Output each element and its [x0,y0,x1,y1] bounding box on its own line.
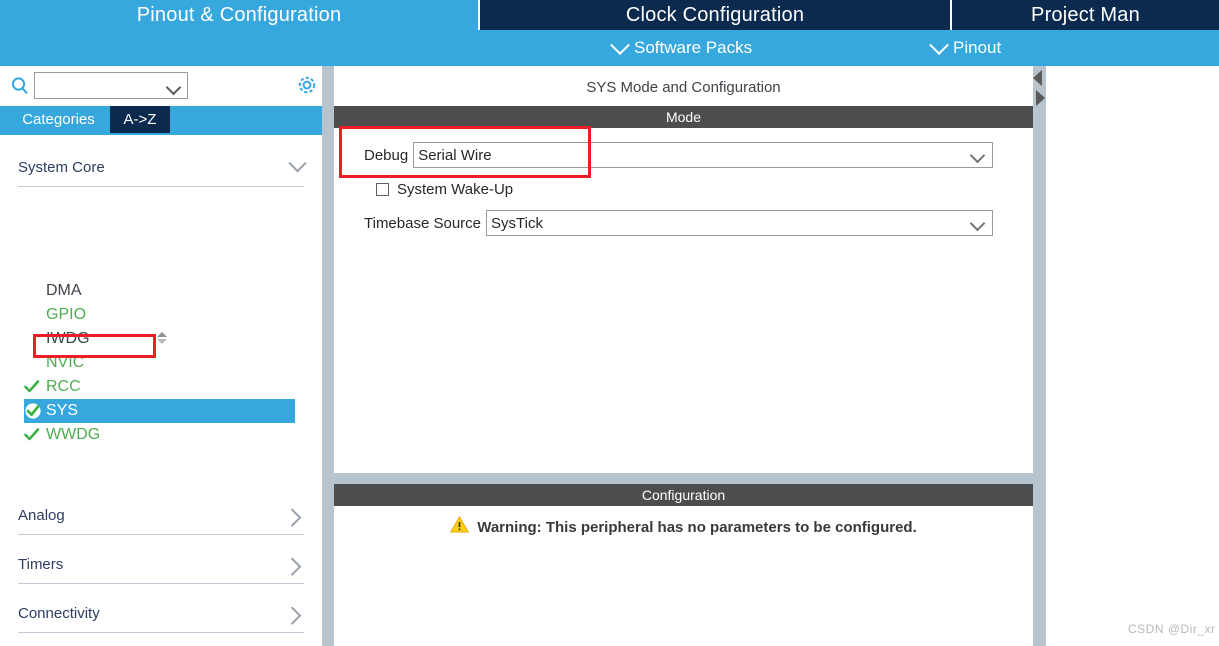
expand-right-icon[interactable] [1036,90,1045,106]
sidebar-item-nvic-label: NVIC [46,354,85,371]
watermark: CSDN @Dir_xr [1128,622,1216,636]
configuration-section-header: Configuration [334,484,1033,506]
configuration-section-body: Warning: This peripheral has no paramete… [334,506,1033,646]
page-title: SYS Mode and Configuration [586,78,781,96]
timebase-field-row: Timebase Source SysTick [364,210,993,236]
sidebar-group-system-core-label: System Core [18,159,105,176]
main-tabs: Pinout & Configuration Clock Configurati… [0,0,1219,30]
tab-pinout-configuration[interactable]: Pinout & Configuration [0,0,478,30]
warning-text: Warning: This peripheral has no paramete… [477,518,917,536]
tab-project-manager[interactable]: Project Man [950,0,1219,30]
timebase-source-label: Timebase Source [364,214,481,232]
tab-a-to-z-label: A->Z [123,111,157,128]
check-icon [24,380,46,394]
sidebar-group-analog[interactable]: Analog [18,497,304,535]
sidebar-item-iwdg[interactable]: IWDG [24,327,294,351]
peripheral-sidebar: Categories A->Z System Core DMA GPIO IWD… [0,66,322,646]
system-wake-up-row[interactable]: System Wake-Up [376,178,513,200]
sidebar-group-analog-label: Analog [18,507,65,524]
tab-clock-configuration-label: Clock Configuration [625,3,805,26]
sidebar-item-dma-label: DMA [46,282,82,299]
sidebar-item-sys-label: SYS [46,402,79,419]
sidebar-group-connectivity-label: Connectivity [18,605,100,622]
system-wake-up-checkbox[interactable] [376,182,389,196]
sidebar-item-rcc[interactable]: RCC [24,375,294,399]
section-divider [334,473,1033,484]
chevron-down-icon [969,215,986,232]
warning-triangle-icon [450,516,470,538]
search-input[interactable] [39,75,173,98]
sidebar-item-iwdg-label: IWDG [46,330,90,347]
debug-label: Debug [364,146,409,164]
sidebar-splitter[interactable] [322,66,334,646]
debug-select-value: Serial Wire [418,146,492,164]
sidebar-item-rcc-label: RCC [46,378,81,395]
sidebar-group-connectivity[interactable]: Connectivity [18,595,304,633]
tab-pinout-configuration-label: Pinout & Configuration [136,3,342,26]
sys-configuration-panel: SYS Mode and Configuration Mode Debug Se… [334,66,1033,646]
debug-field-row: Debug Serial Wire [364,142,994,168]
sidebar-group-timers-label: Timers [18,556,64,573]
chevron-right-icon [283,557,302,576]
debug-select[interactable]: Serial Wire [413,142,994,168]
gear-icon[interactable] [296,74,318,96]
peripheral-list: System Core DMA GPIO IWDG NVIC RCC SYS W… [0,133,322,646]
search-icon [10,76,30,96]
tab-project-manager-label: Project Man [1031,3,1140,26]
tab-categories-label: Categories [22,111,95,128]
check-icon [24,428,46,442]
sidebar-item-nvic[interactable]: NVIC [24,351,294,375]
mode-section-header: Mode [334,106,1033,128]
sub-toolbar: Software Packs Pinout [0,30,1219,66]
check-icon [24,403,46,419]
main-panel-splitter[interactable] [1033,66,1046,646]
collapse-left-icon[interactable] [1033,70,1042,86]
sidebar-item-dma[interactable]: DMA [24,279,294,303]
chevron-down-icon [288,154,307,173]
menu-pinout-label: Pinout [953,38,1002,57]
warning-message: Warning: This peripheral has no paramete… [334,516,1033,538]
sidebar-item-sys[interactable]: SYS [24,399,295,423]
search-row [0,66,322,106]
tab-categories[interactable]: Categories [8,106,109,133]
menu-pinout[interactable]: Pinout [929,30,1002,66]
system-wake-up-label: System Wake-Up [397,180,514,198]
tab-a-to-z[interactable]: A->Z [110,106,170,133]
menu-software-packs-label: Software Packs [634,38,753,57]
sidebar-view-tabs: Categories A->Z [0,106,322,133]
mode-section-body: Debug Serial Wire System Wake-Up Timebas… [334,128,1033,473]
sidebar-group-system-core[interactable]: System Core [18,149,307,187]
timebase-source-select-value: SysTick [491,214,543,232]
chevron-down-icon [610,35,630,56]
sidebar-item-gpio-label: GPIO [46,306,87,323]
chevron-down-icon [929,35,949,56]
sidebar-group-timers[interactable]: Timers [18,546,304,584]
configuration-section-header-label: Configuration [641,487,726,503]
search-combo[interactable] [34,72,188,99]
chevron-right-icon [283,606,302,625]
chevron-down-icon [969,147,986,164]
menu-software-packs[interactable]: Software Packs [610,30,753,66]
sidebar-item-gpio[interactable]: GPIO [24,303,294,327]
chevron-right-icon [283,508,302,527]
sidebar-item-wwdg-label: WWDG [46,426,101,443]
top-tab-bar: Pinout & Configuration Clock Configurati… [0,0,1219,66]
mode-section-header-label: Mode [665,109,702,125]
sidebar-item-wwdg[interactable]: WWDG [24,423,294,447]
tab-clock-configuration[interactable]: Clock Configuration [478,0,950,30]
timebase-source-select[interactable]: SysTick [486,210,993,236]
